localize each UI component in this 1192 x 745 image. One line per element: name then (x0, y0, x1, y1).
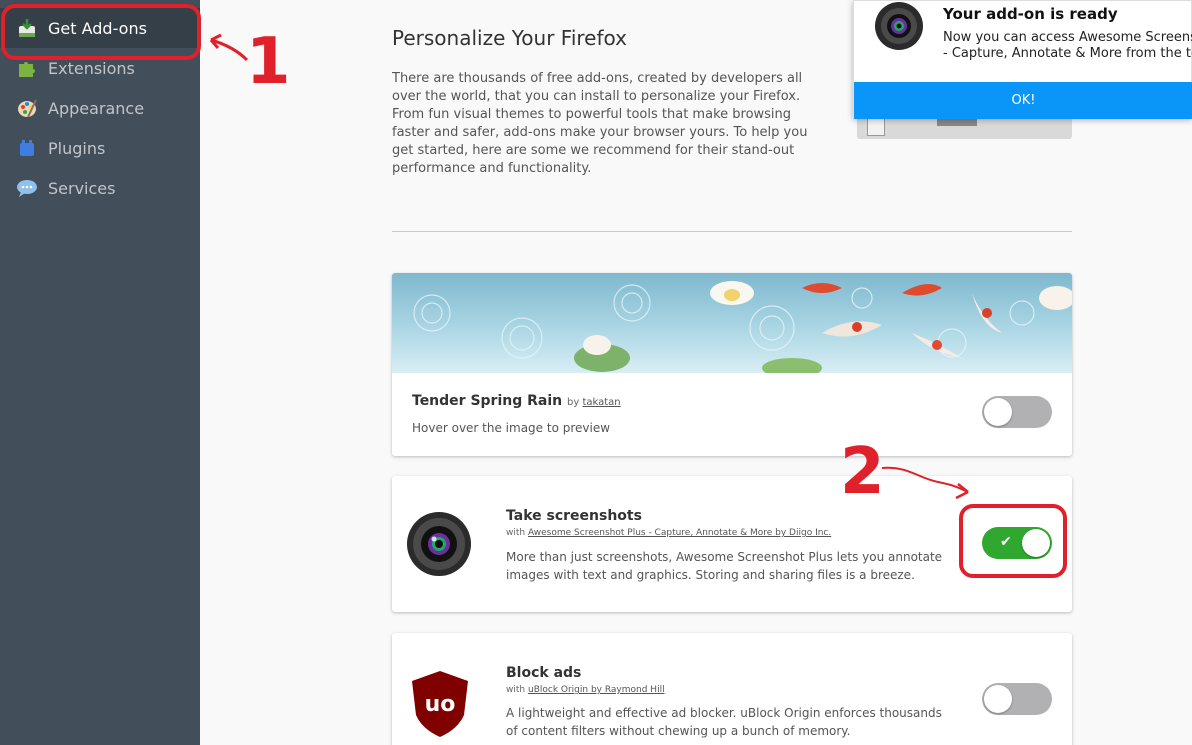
plugin-block-icon (16, 137, 38, 159)
ublock-shield-icon: uo (412, 671, 468, 737)
theme-name: Tender Spring Rain by takatan (412, 393, 621, 409)
theme-preview-image[interactable] (392, 273, 1072, 373)
adblock-addon-description: A lightweight and effective ad blocker. … (506, 706, 942, 738)
sidebar-item-plugins[interactable]: Plugins (0, 128, 200, 168)
sidebar-item-label: Extensions (48, 58, 135, 78)
theme-title: Tender Spring Rain (412, 393, 563, 409)
adblock-addon-title: Block ads (506, 665, 582, 681)
theme-by: by takatan (567, 397, 621, 408)
with-label: with (506, 528, 526, 538)
screenshot-addon-description: More than just screenshots, Awesome Scre… (506, 550, 943, 582)
annotation-highlight-toggle (959, 504, 1067, 578)
page-title: Personalize Your Firefox (392, 26, 627, 50)
intro-text: There are thousands of free add-ons, cre… (392, 71, 808, 176)
with-label: with (506, 685, 526, 695)
sidebar-item-services[interactable]: Services (0, 168, 200, 208)
chat-bubble-icon (16, 177, 38, 199)
theme-toggle[interactable] (982, 396, 1052, 428)
notification-body: Now you can access Awesome Screenshot - … (943, 30, 1192, 62)
ok-button[interactable]: OK! (854, 82, 1192, 119)
divider (392, 231, 1072, 232)
notification-body-line1: Now you can access Awesome Screenshot (943, 30, 1192, 45)
palette-icon (16, 97, 38, 119)
theme-card: Tender Spring Rain by takatan Hover over… (392, 273, 1072, 456)
puzzle-icon (16, 57, 38, 79)
adblock-addon-with: with uBlock Origin by Raymond Hill (506, 685, 665, 695)
toggle-knob (984, 685, 1012, 713)
annotation-arrow-2 (881, 466, 969, 500)
sidebar-item-appearance[interactable]: Appearance (0, 88, 200, 128)
notification-body-line2: - Capture, Annotate & More from the tool… (943, 46, 1192, 61)
toggle-knob (984, 398, 1012, 426)
theme-description: Hover over the image to preview (412, 421, 611, 435)
adblock-addon-toggle[interactable] (982, 683, 1052, 715)
adblock-addon-link[interactable]: uBlock Origin by Raymond Hill (528, 685, 665, 695)
sidebar-item-label: Appearance (48, 98, 145, 118)
screenshot-addon-with: with Awesome Screenshot Plus - Capture, … (506, 528, 831, 538)
sidebar: Get Add-ons Extensions Appearance Plugin… (0, 0, 200, 745)
camera-lens-icon (875, 2, 923, 50)
by-label: by (567, 397, 580, 408)
screenshot-addon-link[interactable]: Awesome Screenshot Plus - Capture, Annot… (528, 528, 831, 538)
adblock-addon-card: uo Block ads with uBlock Origin by Raymo… (392, 633, 1072, 745)
screenshot-addon-title: Take screenshots (506, 508, 642, 524)
sidebar-item-label: Plugins (48, 138, 106, 158)
notification-title: Your add-on is ready (943, 5, 1118, 23)
sidebar-item-label: Services (48, 178, 116, 198)
addon-ready-notification: Your add-on is ready Now you can access … (853, 0, 1192, 119)
svg-text:uo: uo (425, 692, 456, 717)
theme-author-link[interactable]: takatan (582, 397, 620, 408)
annotation-highlight-get-addons (1, 4, 201, 60)
camera-lens-icon (407, 512, 471, 576)
